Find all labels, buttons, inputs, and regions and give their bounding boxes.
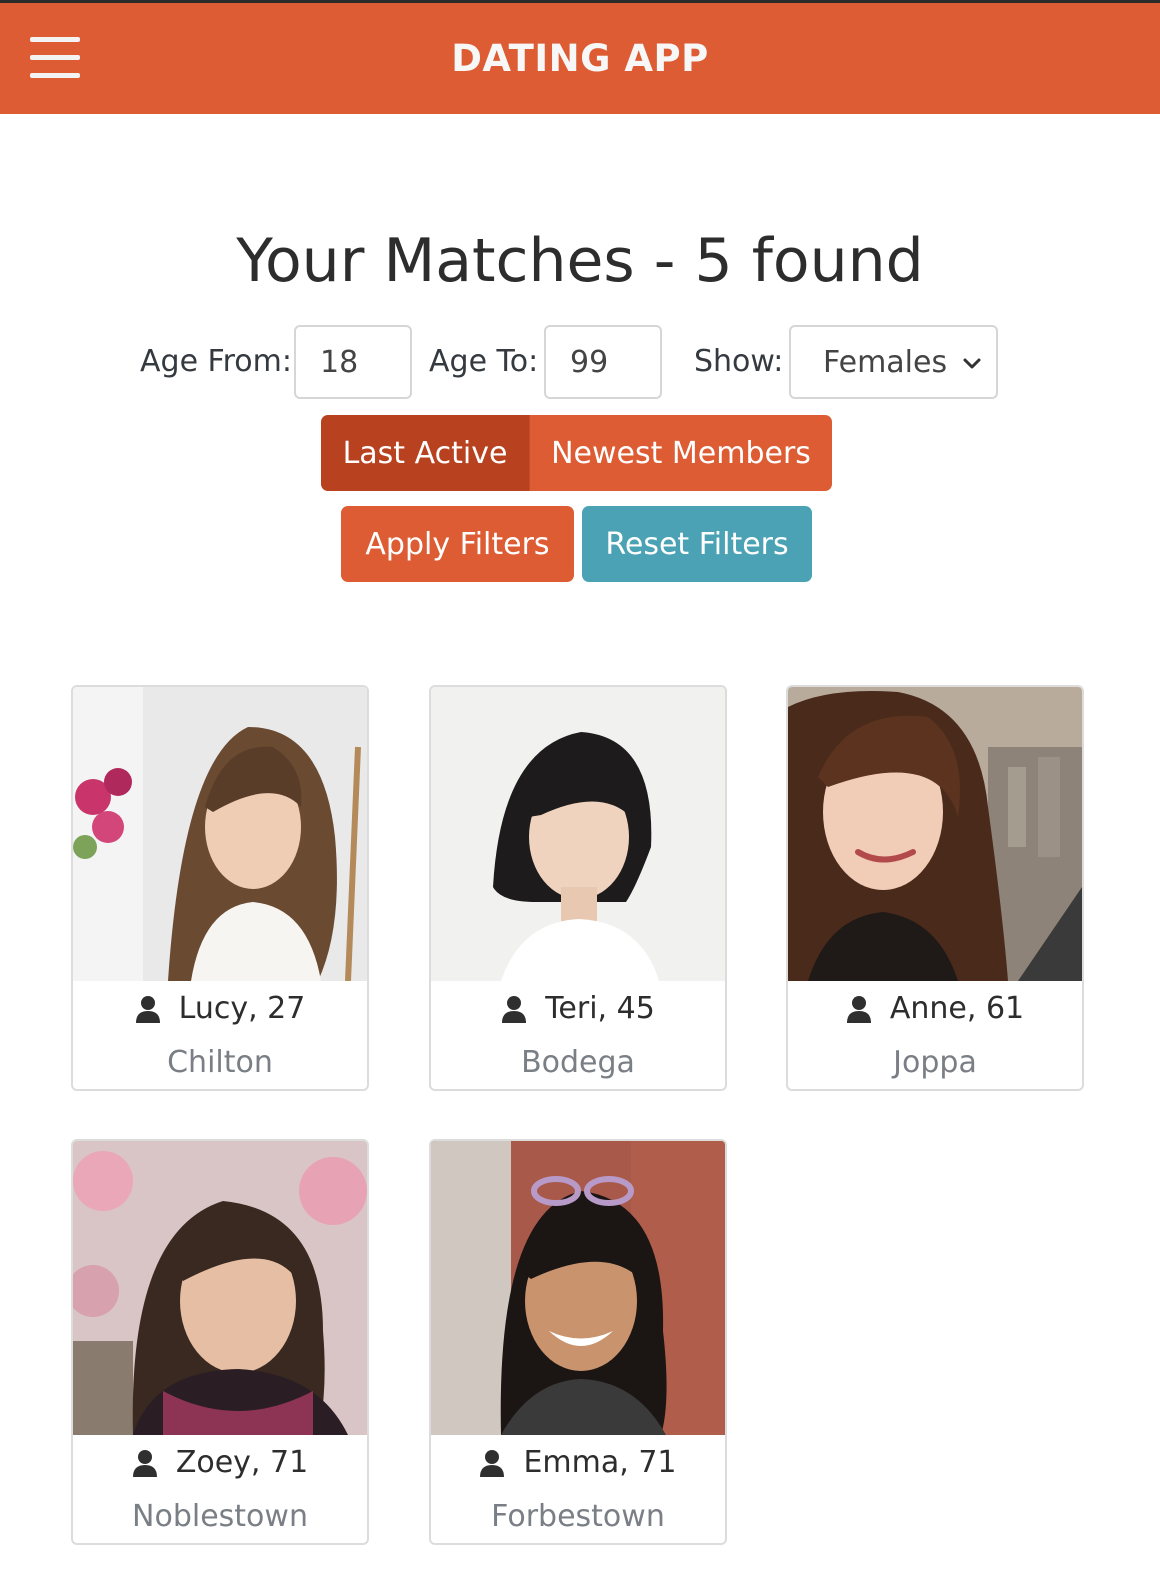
member-name-age: Anne, 61 (889, 991, 1025, 1026)
reset-filters-button[interactable]: Reset Filters (582, 506, 812, 582)
last-active-button[interactable]: Last Active (321, 415, 529, 491)
member-photo-image (431, 687, 725, 981)
member-photo[interactable] (431, 1141, 725, 1435)
member-card[interactable]: Teri, 45 Bodega (429, 685, 727, 1091)
gender-select-value: Females (823, 345, 948, 380)
user-icon (502, 995, 527, 1023)
member-photo-image (73, 687, 367, 981)
show-label: Show: (694, 344, 784, 379)
member-city: Bodega (521, 1045, 635, 1080)
age-from-label: Age From: (140, 344, 292, 379)
user-icon (132, 1449, 157, 1477)
sort-button-group: Last Active Newest Members (321, 415, 832, 491)
member-photo[interactable] (788, 687, 1082, 981)
member-name-age: Lucy, 27 (178, 991, 306, 1026)
user-icon (135, 995, 160, 1023)
user-icon (846, 995, 871, 1023)
age-to-label: Age To: (429, 344, 539, 379)
age-from-input[interactable] (294, 325, 412, 399)
member-photo[interactable] (73, 1141, 367, 1435)
age-to-input[interactable] (544, 325, 662, 399)
page-title: Your Matches - 5 found (236, 226, 924, 296)
member-city: Chilton (167, 1045, 273, 1080)
chevron-down-icon (963, 358, 981, 369)
member-photo-image (788, 687, 1082, 981)
newest-members-button[interactable]: Newest Members (529, 415, 832, 491)
member-card[interactable]: Emma, 71 Forbestown (429, 1139, 727, 1545)
member-photo-image (73, 1141, 367, 1435)
member-card[interactable]: Zoey, 71 Noblestown (71, 1139, 369, 1545)
app-brand[interactable]: DATING APP (0, 37, 1160, 80)
apply-filters-button[interactable]: Apply Filters (341, 506, 574, 582)
member-card[interactable]: Lucy, 27 Chilton (71, 685, 369, 1091)
navbar: DATING APP (0, 0, 1160, 114)
member-name-age: Zoey, 71 (175, 1445, 309, 1480)
member-city: Joppa (893, 1045, 977, 1080)
user-icon (480, 1449, 505, 1477)
member-photo[interactable] (431, 687, 725, 981)
member-name-age: Emma, 71 (523, 1445, 677, 1480)
member-city: Noblestown (132, 1499, 308, 1534)
member-photo-image (431, 1141, 725, 1435)
gender-select[interactable]: Females (789, 325, 998, 399)
member-photo[interactable] (73, 687, 367, 981)
member-card[interactable]: Anne, 61 Joppa (786, 685, 1084, 1091)
member-city: Forbestown (491, 1499, 665, 1534)
member-name-age: Teri, 45 (545, 991, 655, 1026)
